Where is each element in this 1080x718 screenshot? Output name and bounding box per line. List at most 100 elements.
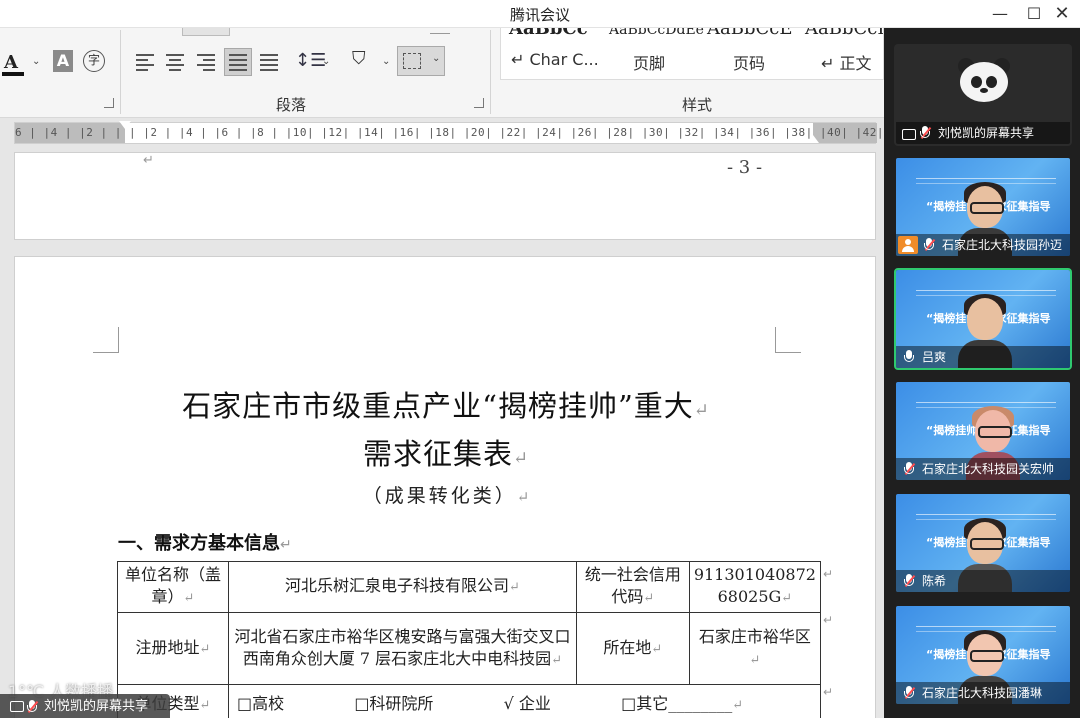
info-table: 单位名称（盖章）↵ 河北乐树汇泉电子科技有限公司↵ 统一社会信用代码↵ 9113…: [117, 561, 822, 718]
row-end-mark: ↵: [823, 567, 834, 581]
doc-title-line1: 石家庄市市级重点产业“揭榜挂帅”重大↵: [15, 383, 877, 425]
hanging-indent-marker[interactable]: [145, 135, 157, 143]
table-cell[interactable]: 911301040872 68025G↵: [688, 561, 822, 613]
table-row: 注册地址↵ 河北省石家庄市裕华区槐安路与富强大街交叉口西南角众创大厦 7 层石家…: [117, 612, 822, 685]
table-cell[interactable]: 石家庄市裕华区↵: [688, 612, 822, 685]
panda-avatar: [956, 56, 1012, 106]
chevron-down-icon[interactable]: ⌄: [432, 53, 440, 64]
chevron-down-icon[interactable]: ⌄: [32, 56, 40, 67]
style-page-number[interactable]: 页码: [733, 50, 765, 74]
table-cell[interactable]: 所在地↵: [575, 612, 690, 685]
table-cell[interactable]: 注册地址↵: [117, 612, 229, 685]
style-preview: AaBbCcDdEe: [609, 28, 704, 38]
doc-subtitle: （成果转化类）↵: [15, 481, 877, 508]
document-page: ↵ - 3 -: [14, 152, 876, 240]
justify-icon[interactable]: [224, 48, 252, 76]
paragraph-mark: ↵: [512, 448, 530, 469]
crop-mark: [775, 327, 801, 353]
chevron-down-icon[interactable]: ⌄: [382, 56, 390, 67]
mic-muted-icon: [920, 126, 932, 140]
paragraph-mark: ↵: [693, 400, 710, 421]
title-bar: 腾讯会议 — ☐ ✕: [0, 0, 1080, 28]
char-shading-button[interactable]: A: [53, 50, 73, 72]
section-heading: 一、需求方基本信息↵: [118, 529, 292, 555]
section-heading-text: 一、需求方基本信息: [118, 533, 280, 554]
font-color-swatch: [2, 72, 24, 76]
participant-name: 石家庄北大科技园孙迈: [942, 238, 1063, 252]
participant-tile[interactable]: “揭榜挂帅”需求征集指导 吕爽: [894, 268, 1072, 370]
align-center-icon[interactable]: [164, 50, 186, 74]
crop-mark: [93, 327, 119, 353]
table-cell[interactable]: □高校 □科研院所 √ 企业 □其它________↵: [228, 684, 821, 718]
enclose-char-button[interactable]: 字: [83, 50, 105, 72]
mic-icon: [904, 350, 914, 364]
mic-muted-icon: [904, 686, 916, 700]
participant-tile[interactable]: 刘悦凯的屏幕共享: [894, 44, 1072, 146]
participant-name: 陈希: [922, 574, 947, 588]
styles-gallery[interactable]: AaBbCc AaBbCcDdEe AaBbCcE AaBbCcD ↵ Char…: [500, 28, 884, 80]
font-color-button[interactable]: A: [4, 52, 18, 73]
participant-tile[interactable]: “揭榜挂帅”需求征集指导 陈希: [894, 492, 1072, 594]
font-dialog-launcher-icon[interactable]: [104, 98, 114, 108]
share-name: 刘悦凯的屏幕共享: [44, 699, 149, 714]
window-title: 腾讯会议: [509, 6, 570, 24]
minimize-button[interactable]: —: [983, 2, 1017, 26]
row-end-mark: ↵: [823, 613, 834, 627]
screen-share-icon: [902, 129, 916, 140]
table-cell[interactable]: 河北省石家庄市裕华区槐安路与富强大街交叉口西南角众创大厦 7 层石家庄北大中电科…: [228, 612, 577, 685]
participant-tile[interactable]: “揭榜挂帅”需求征集指导 石家庄北大科技园关宏帅: [894, 380, 1072, 482]
user-icon: [898, 236, 918, 254]
doc-title-text: 石家庄市市级重点产业“揭榜挂帅”重大: [182, 389, 694, 423]
row-end-mark: ↵: [823, 685, 834, 699]
styles-group-label: 样式: [682, 96, 713, 114]
word-ribbon: A ⌄ A 字 ↕☰ ⌄ ⛉ ⌄ ⌄ 段落 AaBbCc AaBbCcDdEe …: [0, 28, 884, 118]
paragraph-mark: ↵: [143, 153, 154, 168]
chevron-down-icon[interactable]: ⌄: [322, 56, 330, 67]
ribbon-separator: [490, 30, 491, 114]
option-enterprise[interactable]: √ 企业: [504, 694, 551, 713]
doc-title-text: 需求征集表: [362, 437, 513, 471]
horizontal-ruler[interactable]: 6 | |4 | |2 | | | |2 | |4 | |6 | |8 | |1…: [14, 121, 883, 144]
table-cell[interactable]: 单位名称（盖章）↵: [117, 561, 229, 613]
align-left-icon[interactable]: [134, 50, 156, 74]
shading-bucket-icon[interactable]: ⛉: [352, 48, 366, 69]
participant-tile[interactable]: “揭榜挂帅”需求征集指导 石家庄北大科技园孙迈: [894, 156, 1072, 258]
option-university[interactable]: □高校: [237, 694, 284, 713]
borders-icon: [403, 53, 421, 69]
paragraph-dialog-launcher-icon[interactable]: [474, 98, 484, 108]
participant-name: 石家庄北大科技园关宏帅: [922, 462, 1055, 476]
style-preview: AaBbCcE: [707, 28, 793, 39]
paragraph-mark: ↵: [280, 537, 292, 553]
mic-muted-icon: [924, 238, 936, 252]
screen-share-icon: [10, 701, 24, 712]
style-preview: AaBbCc: [509, 28, 588, 39]
option-other[interactable]: □其它________: [621, 694, 732, 713]
share-indicator[interactable]: 刘悦凯的屏幕共享: [0, 694, 170, 718]
table-row: 单位名称（盖章）↵ 河北乐树汇泉电子科技有限公司↵ 统一社会信用代码↵ 9113…: [117, 561, 822, 613]
borders-button[interactable]: ⌄: [397, 46, 445, 76]
doc-subtitle-text: （成果转化类）: [362, 485, 517, 507]
paragraph-mark: ↵: [516, 488, 530, 506]
style-footer[interactable]: 页脚: [633, 50, 665, 74]
table-cell[interactable]: 河北乐树汇泉电子科技有限公司↵: [228, 561, 577, 613]
option-research[interactable]: □科研院所: [354, 694, 433, 713]
right-indent-marker[interactable]: [807, 135, 819, 143]
page-number: - 3 -: [727, 157, 763, 178]
style-char-c[interactable]: ↵ Char C...: [511, 50, 599, 69]
first-line-indent-marker[interactable]: [119, 121, 131, 129]
table-row: 单位类型↵ □高校 □科研院所 √ 企业 □其它________↵: [117, 684, 821, 718]
participant-name: 刘悦凯的屏幕共享: [938, 126, 1035, 140]
table-cell[interactable]: 统一社会信用代码↵: [575, 561, 690, 613]
shared-screen: A ⌄ A 字 ↕☰ ⌄ ⛉ ⌄ ⌄ 段落 AaBbCc AaBbCcDdEe …: [0, 28, 884, 718]
style-preview: AaBbCcD: [805, 28, 884, 39]
mic-muted-icon: [904, 574, 916, 588]
distributed-align-icon[interactable]: [258, 50, 280, 74]
align-right-icon[interactable]: [195, 50, 217, 74]
style-normal[interactable]: ↵ 正文: [821, 50, 872, 74]
doc-title-line2: 需求征集表↵: [15, 431, 877, 473]
ribbon-separator: [120, 30, 121, 114]
ribbon-top-control-2[interactable]: [430, 28, 450, 34]
close-button[interactable]: ✕: [1045, 2, 1079, 26]
ribbon-top-control[interactable]: [182, 28, 230, 36]
participant-tile[interactable]: “揭榜挂帅”需求征集指导 石家庄北大科技园潘琳: [894, 604, 1072, 706]
